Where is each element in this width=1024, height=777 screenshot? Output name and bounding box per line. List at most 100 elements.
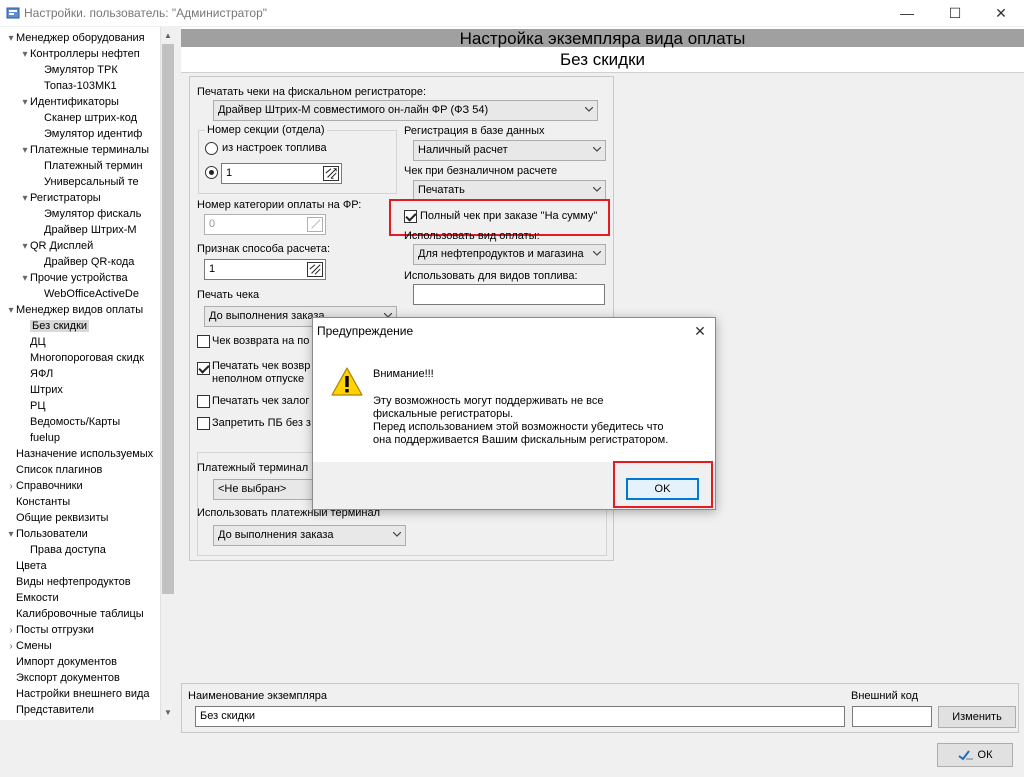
tree-item[interactable]: Экспорт документов (6, 670, 120, 686)
tree-item-label: Экспорт документов (16, 672, 120, 684)
tree-item[interactable]: Без скидки (20, 318, 90, 334)
tree-item-label: РЦ (30, 400, 46, 412)
tree-item[interactable]: Импорт документов (6, 654, 117, 670)
pledge-checkbox[interactable] (197, 395, 210, 408)
calc-input[interactable]: 1 (204, 259, 326, 280)
db-select[interactable]: Наличный расчет (413, 140, 606, 161)
chevron-down-icon (593, 251, 601, 256)
collapse-icon[interactable]: ▾ (20, 47, 30, 63)
chevron-down-icon (593, 147, 601, 152)
tree-item[interactable]: ▾ Регистраторы (20, 190, 100, 207)
collapse-icon[interactable]: ▾ (6, 527, 16, 543)
tree-item[interactable]: Калибровочные таблицы (6, 606, 144, 622)
tree-item[interactable]: Ведомость/Карты (20, 414, 120, 430)
cashless-select[interactable]: Печатать (413, 180, 606, 201)
tree-item-label: Посты отгрузки (16, 624, 94, 636)
use-type-select[interactable]: Для нефтепродуктов и магазина (413, 244, 606, 265)
tree-item[interactable]: Драйвер QR-кода (34, 254, 134, 270)
collapse-icon[interactable]: ▾ (20, 191, 30, 207)
tree-item[interactable]: Многопороговая скидк (20, 350, 144, 366)
forbid-checkbox[interactable] (197, 417, 210, 430)
tree-item[interactable]: Права доступа (20, 542, 106, 558)
tree-item[interactable]: ▾ QR Дисплей (20, 238, 93, 254)
tree-item[interactable]: ▾ Менеджер оборудования (6, 30, 144, 47)
tree-item[interactable]: fuelup (20, 430, 60, 446)
tree-item[interactable]: Штрих (20, 382, 63, 398)
tree-item[interactable]: ЯФЛ (20, 366, 53, 382)
tree-item-label: Назначение используемых (16, 448, 154, 460)
tree-item[interactable]: › Справочники (6, 478, 82, 495)
tree-item[interactable]: › Посты отгрузки (6, 622, 94, 638)
spin-icon[interactable] (307, 262, 323, 277)
section-radio-value[interactable] (205, 166, 218, 179)
maximize-icon[interactable]: ☐ (932, 0, 978, 26)
tree-item[interactable]: ДЦ (20, 334, 46, 350)
instance-name-input[interactable]: Без скидки (195, 706, 845, 727)
tree-item[interactable]: Эмулятор ТРК (34, 62, 118, 78)
expand-icon[interactable]: › (6, 623, 16, 639)
app-icon (6, 7, 20, 19)
collapse-icon[interactable]: ▾ (20, 143, 30, 159)
category-input[interactable]: 0 (204, 214, 326, 235)
tree-scroll-thumb[interactable] (162, 44, 174, 594)
tree-item[interactable]: Универсальный те (34, 174, 139, 190)
tree-item[interactable]: Список плагинов (6, 462, 102, 478)
tree-item[interactable]: › Смены (6, 638, 51, 655)
tree-item-label: Цвета (16, 560, 47, 572)
settings-tree[interactable]: ▾ Менеджер оборудования ▾ Контроллеры нефте… (0, 27, 176, 720)
tree-item[interactable]: Общие реквизиты (6, 510, 108, 526)
spin-icon[interactable] (323, 166, 339, 181)
chevron-down-icon (393, 532, 401, 537)
collapse-icon[interactable]: ▾ (6, 31, 16, 47)
collapse-icon[interactable]: ▾ (6, 303, 16, 319)
expand-icon[interactable]: › (6, 639, 16, 655)
tree-item[interactable]: Сканер штрих-код (34, 110, 137, 126)
tree-item[interactable]: ▾ Платежные терминалы (20, 142, 149, 158)
warning-icon (331, 367, 363, 396)
tree-item[interactable]: Эмулятор идентиф (34, 126, 142, 142)
return-checkbox[interactable] (197, 335, 210, 348)
collapse-icon[interactable]: ▾ (20, 271, 30, 287)
tree-item[interactable]: ▾ Менеджер видов оплаты (6, 302, 143, 318)
fiscal-select[interactable]: Драйвер Штрих-М совместимого он-лайн ФР … (213, 100, 598, 121)
close-icon[interactable]: ✕ (978, 0, 1024, 26)
tree-item[interactable]: ▾ Контроллеры нефтеп (20, 46, 139, 63)
tree-item[interactable]: WebOfficeActiveDe (34, 286, 139, 302)
expand-icon[interactable]: › (6, 479, 16, 495)
tree-item[interactable]: Представители (6, 702, 94, 718)
tree-item-label: Прочие устройства (30, 272, 128, 284)
collapse-icon[interactable]: ▾ (20, 239, 30, 255)
change-button[interactable]: Изменить (938, 706, 1016, 728)
tree-item[interactable]: Виды нефтепродуктов (6, 574, 131, 590)
fuel-types-input[interactable] (413, 284, 605, 305)
tree-item-label: Ведомость/Карты (30, 416, 121, 428)
tree-item[interactable]: Назначение используемых (6, 446, 153, 462)
tree-item-label: ДЦ (30, 336, 46, 348)
tree-item[interactable]: Эмулятор фискаль (34, 206, 141, 222)
use-terminal-select[interactable]: До выполнения заказа (213, 525, 406, 546)
external-code-input[interactable] (852, 706, 932, 727)
section-radio-fuel[interactable] (205, 142, 218, 155)
tree-item[interactable]: Платежный термин (34, 158, 143, 174)
tree-item[interactable]: Емкости (6, 590, 59, 606)
tree-item[interactable]: Настройки внешнего вида (6, 686, 150, 702)
minimize-icon[interactable]: — (884, 0, 930, 26)
tree-item[interactable]: Драйвер Штрих-М (34, 222, 137, 238)
dialog-close-icon[interactable]: ✕ (688, 320, 712, 342)
collapse-icon[interactable]: ▾ (20, 95, 30, 111)
scroll-down-icon[interactable]: ▼ (160, 704, 176, 720)
dialog-ok-button[interactable]: OK (626, 478, 699, 500)
tree-item[interactable]: ▾ Прочие устройства (20, 270, 128, 287)
tree-item[interactable]: Топаз-103МК1 (34, 78, 117, 94)
tree-item[interactable]: ▾ Идентификаторы (20, 94, 118, 111)
section-number-input[interactable]: 1 (221, 163, 342, 184)
tree-item[interactable]: РЦ (20, 398, 45, 414)
print-return-checkbox[interactable] (197, 362, 210, 375)
main-ok-button[interactable]: ОК (937, 743, 1013, 767)
full-check-checkbox[interactable] (404, 210, 417, 223)
tree-item[interactable]: ▾ Пользователи (6, 526, 87, 543)
category-label: Номер категории оплаты на ФР: (197, 199, 362, 211)
tree-item[interactable]: Константы (6, 494, 70, 510)
scroll-up-icon[interactable]: ▲ (160, 27, 176, 43)
tree-item[interactable]: Цвета (6, 558, 47, 574)
